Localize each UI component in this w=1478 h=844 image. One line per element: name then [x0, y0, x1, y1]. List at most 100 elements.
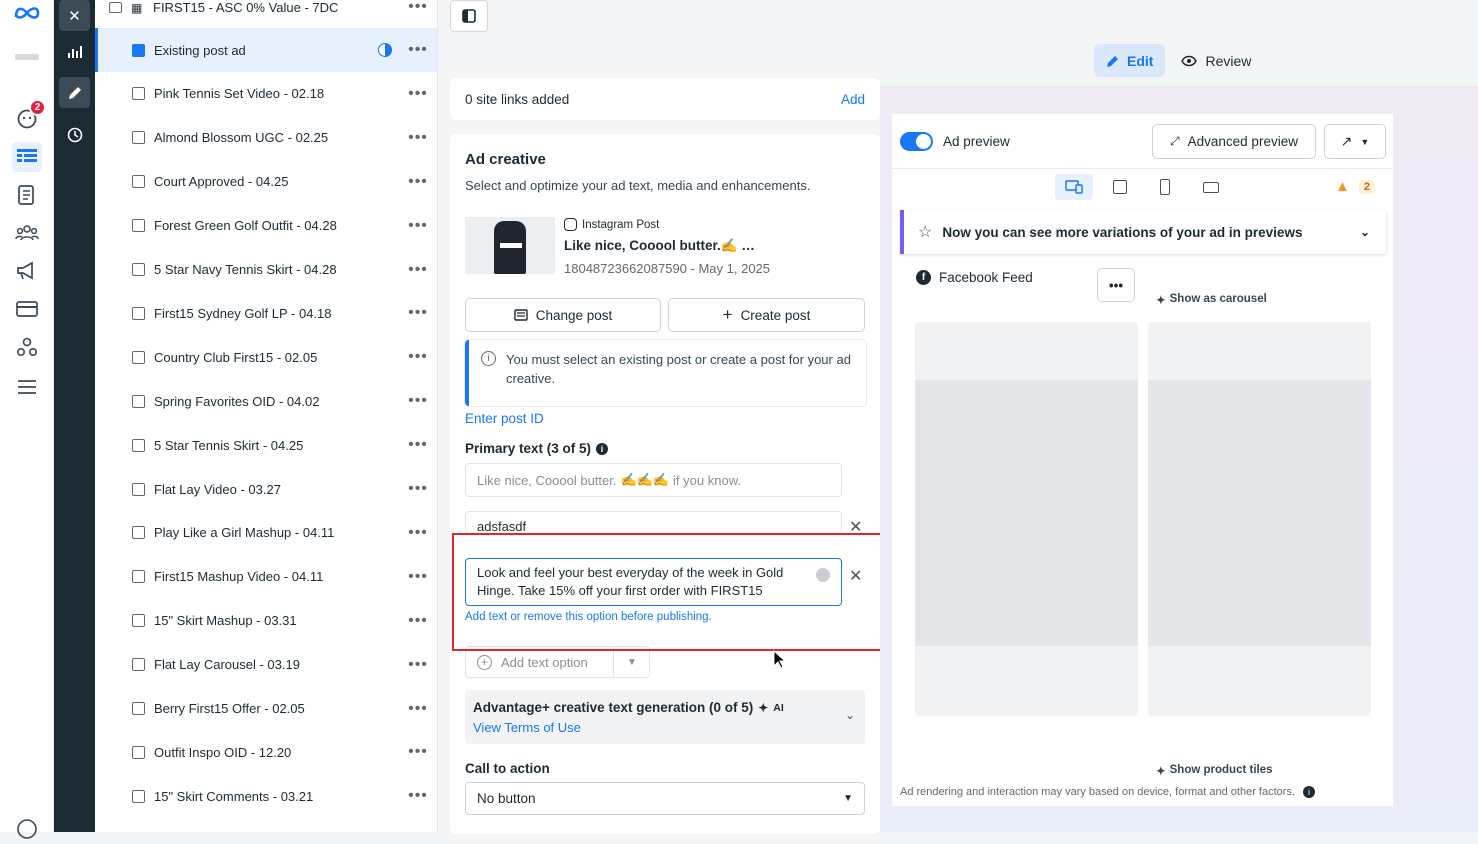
ad-row[interactable]: Berry First15 Offer - 02.05 ••• [95, 687, 437, 731]
ad-row[interactable]: 15" Skirt Mashup - 03.31 ••• [95, 599, 437, 643]
add-site-link-button[interactable]: Add [841, 92, 865, 107]
chevron-down-icon[interactable]: ⌄ [845, 708, 855, 722]
advanced-preview-button[interactable]: ⤢ Advanced preview [1152, 124, 1316, 159]
business-settings-icon[interactable] [12, 332, 42, 362]
pages-icon[interactable] [12, 180, 42, 210]
share-button[interactable]: ↗ ▼ [1324, 124, 1386, 159]
post-source: Instagram Post [564, 218, 659, 231]
menu-icon[interactable] [12, 372, 42, 402]
more-options-icon[interactable]: ••• [398, 524, 437, 542]
ad-row[interactable]: Court Approved - 04.25 ••• [95, 160, 437, 204]
ad-name: Berry First15 Offer - 02.05 [154, 701, 305, 716]
more-options-icon[interactable]: ••• [398, 392, 437, 410]
create-post-button[interactable]: + Create post [668, 298, 865, 332]
primary-text-option-2[interactable]: adsfasdf [465, 511, 842, 534]
create-post-label: Create post [740, 307, 811, 323]
horizontal-format-icon[interactable] [1192, 174, 1230, 200]
ad-row[interactable]: Outfit Inspo OID - 12.20 ••• [95, 730, 437, 774]
show-as-carousel-button[interactable]: ✦ Show as carousel [1156, 293, 1267, 307]
billing-card-icon[interactable] [12, 294, 42, 324]
more-options-icon[interactable]: ••• [398, 0, 437, 16]
ads-megaphone-icon[interactable] [12, 256, 42, 286]
chart-icon[interactable] [59, 36, 90, 67]
sparkle-icon: ✦ [1156, 295, 1166, 307]
ad-preview-toggle[interactable] [900, 132, 933, 151]
ad-row[interactable]: First15 Mashup Video - 04.11 ••• [95, 555, 437, 599]
ai-tag: AI [773, 701, 784, 714]
ad-document-icon [132, 131, 145, 145]
pencil-icon[interactable] [59, 77, 90, 108]
ad-name: First15 Sydney Golf LP - 04.18 [154, 305, 332, 321]
ad-row[interactable]: Play Like a Girl Mashup - 04.11 ••• [95, 511, 437, 555]
post-meta: 18048723662087590 - May 1, 2025 [564, 261, 771, 276]
more-options-icon[interactable]: ••• [398, 348, 437, 366]
cta-select[interactable]: No button ▼ [465, 782, 865, 815]
more-options-icon[interactable]: ••• [398, 304, 437, 322]
primary-text-option-1[interactable]: Like nice, Cooool butter. ✍✍✍ if you kno… [465, 463, 842, 497]
enter-post-id-link[interactable]: Enter post ID [465, 411, 544, 426]
ad-row[interactable]: Flat Lay Video - 03.27 ••• [95, 467, 437, 511]
chevron-down-icon[interactable]: ▼ [613, 647, 650, 677]
history-icon[interactable] [59, 119, 90, 150]
add-text-option-label: Add text option [501, 654, 588, 670]
ad-row[interactable]: Pink Tennis Set Video - 02.18 ••• [95, 72, 437, 116]
ad-set-row[interactable]: ▦ FIRST15 - ASC 0% Value - 7DC ••• [95, 0, 437, 29]
more-options-icon[interactable]: ••• [398, 480, 437, 498]
post-title-text: Like nice, Cooool butter. [564, 238, 721, 253]
more-options-icon[interactable]: ••• [398, 787, 437, 805]
footer-text: Ad rendering and interaction may vary ba… [900, 786, 1295, 798]
ad-row[interactable]: 5 Star Tennis Skirt - 04.25 ••• [95, 423, 437, 467]
tab-edit[interactable]: Edit [1094, 44, 1166, 77]
more-options-icon[interactable]: ••• [398, 568, 437, 586]
ad-row[interactable]: Existing post ad ••• [95, 28, 437, 72]
meta-logo-icon[interactable] [12, 0, 42, 26]
placement-more-button[interactable]: ••• [1097, 268, 1135, 302]
variations-notice[interactable]: ☆ Now you can see more variations of you… [900, 210, 1386, 254]
close-icon[interactable]: ✕ [59, 0, 90, 31]
brand-logo-icon[interactable] [12, 42, 42, 72]
more-options-icon[interactable]: ••• [398, 217, 437, 235]
help-icon[interactable] [12, 814, 42, 844]
more-options-icon[interactable]: ••• [398, 743, 437, 761]
ad-row[interactable]: Forest Green Golf Outfit - 04.28 ••• [95, 204, 437, 248]
ad-row[interactable]: Country Club First15 - 02.05 ••• [95, 335, 437, 379]
more-options-icon[interactable]: ••• [398, 173, 437, 191]
ad-row[interactable]: First15 Sydney Golf LP - 04.18 ••• [95, 291, 437, 335]
info-icon[interactable]: i [1303, 786, 1315, 798]
primary-text-header: Primary text (3 of 5) i [465, 441, 609, 456]
view-terms-link[interactable]: View Terms of Use [473, 720, 581, 735]
advantage-text-generation[interactable]: Advantage+ creative text generation (0 o… [465, 690, 865, 744]
ad-row[interactable]: Flat Lay Carousel - 03.19 ••• [95, 643, 437, 687]
warnings-indicator[interactable]: ▲ 2 [1335, 178, 1375, 195]
vertical-format-icon[interactable] [1146, 174, 1184, 200]
change-post-button[interactable]: Change post [465, 298, 661, 332]
more-options-icon[interactable]: ••• [398, 436, 437, 454]
audiences-icon[interactable] [12, 218, 42, 248]
info-icon[interactable]: i [596, 442, 609, 455]
ad-name: Pink Tennis Set Video - 02.18 [154, 86, 325, 102]
more-options-icon[interactable]: ••• [398, 129, 437, 147]
toggle-panel-button[interactable] [450, 0, 488, 32]
notifications-icon[interactable]: 2 [12, 99, 46, 133]
square-format-icon[interactable] [1101, 174, 1139, 200]
ad-row[interactable]: Almond Blossom UGC - 02.25 ••• [95, 116, 437, 160]
tab-review[interactable]: Review [1169, 44, 1263, 77]
more-options-icon[interactable]: ••• [398, 261, 437, 279]
multi-device-icon[interactable] [1055, 174, 1093, 200]
ad-row[interactable]: 5 Star Navy Tennis Skirt - 04.28 ••• [95, 248, 437, 292]
more-options-icon[interactable]: ••• [398, 656, 437, 674]
ad-preview-label: Ad preview [943, 134, 1010, 149]
divider [892, 168, 1393, 169]
text-option-1-value: Like nice, Cooool butter. [477, 472, 617, 488]
more-options-icon[interactable]: ••• [398, 41, 437, 59]
more-options-icon[interactable]: ••• [398, 700, 437, 718]
more-options-icon[interactable]: ••• [398, 85, 437, 103]
ad-name: 5 Star Navy Tennis Skirt - 04.28 [154, 262, 337, 277]
left-nav-rail: 2 [0, 0, 54, 839]
info-banner: i You must select an existing post or cr… [465, 340, 866, 406]
cta-label: Call to action [465, 761, 550, 776]
ad-row[interactable]: 15" Skirt Comments - 03.21 ••• [95, 774, 437, 818]
more-options-icon[interactable]: ••• [398, 612, 437, 630]
campaigns-table-icon[interactable] [12, 142, 42, 172]
ad-row[interactable]: Spring Favorites OID - 04.02 ••• [95, 379, 437, 423]
